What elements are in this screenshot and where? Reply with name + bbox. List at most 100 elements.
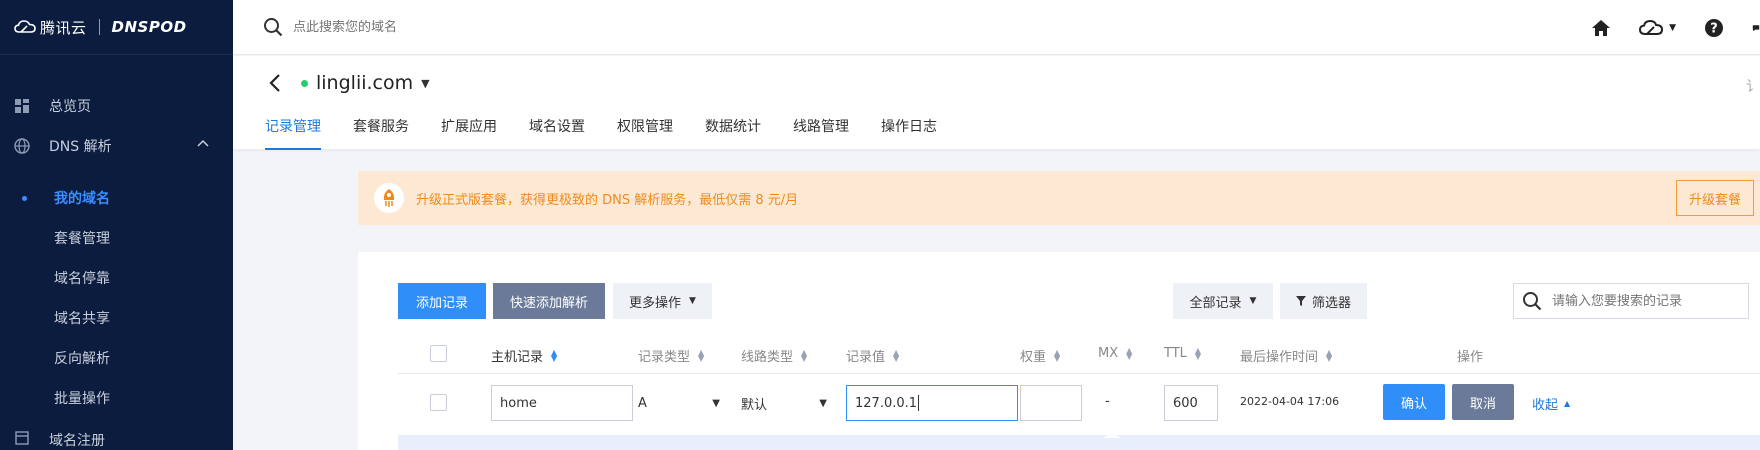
collapse-link[interactable]: 收起 ▲: [1532, 394, 1570, 413]
col-ttl[interactable]: TTL ▲ ▼: [1164, 346, 1201, 361]
host-input[interactable]: home: [491, 385, 633, 421]
brand-divider: [98, 19, 100, 35]
col-actions: 操作: [1457, 350, 1484, 365]
col-weight[interactable]: 权重 ▲ ▼: [1020, 346, 1060, 365]
caret-down-icon: ▼: [712, 397, 720, 409]
sort-icon[interactable]: ▲ ▼: [801, 348, 807, 362]
header-right-text: 讠: [1746, 79, 1760, 95]
record-search-input[interactable]: [1552, 293, 1742, 309]
sidebar-item-dns[interactable]: DNS 解析: [0, 126, 233, 166]
chevron-up-icon[interactable]: [197, 139, 209, 147]
search-icon[interactable]: [263, 17, 283, 37]
table-header: 主机记录 ▲ ▼ 记录类型 ▲ ▼ 线路类型 ▲ ▼ 记录值 ▲ ▼ 权重 ▲ ▼ MX ▲ ▼ TTL…: [398, 334, 1760, 374]
tab-bar: 记录管理 套餐服务 扩展应用 域名设置 权限管理 数据统计 线路管理 操作日志: [265, 116, 969, 150]
sort-icon[interactable]: ▲ ▼: [893, 348, 899, 362]
sort-icon[interactable]: ▲ ▼: [1054, 348, 1060, 362]
sidebar-item-overview[interactable]: 总览页: [0, 86, 233, 126]
cloud-icon[interactable]: ▼: [1639, 19, 1676, 36]
caret-down-icon[interactable]: ▼: [421, 77, 429, 90]
col-host-label: 主机记录: [491, 350, 544, 365]
status-dot: [301, 79, 308, 87]
top-bar: ▼ ?: [233, 0, 1760, 55]
weight-input[interactable]: [1020, 385, 1082, 421]
sidebar-item-my-domains[interactable]: 我的域名: [0, 178, 233, 218]
cancel-button[interactable]: 取消: [1452, 384, 1514, 420]
sidebar-item-batch[interactable]: 批量操作: [0, 378, 233, 418]
confirm-button[interactable]: 确认: [1383, 384, 1445, 420]
type-select[interactable]: A ▼: [638, 385, 720, 421]
tab-package[interactable]: 套餐服务: [353, 116, 409, 146]
sidebar-item-reverse[interactable]: 反向解析: [0, 338, 233, 378]
sidebar: 腾讯云 DNSPOD 总览页 DNS 解析 我的域名 套餐管理 域名停靠 域名共…: [0, 0, 233, 450]
quick-add-button[interactable]: 快速添加解析: [493, 283, 605, 319]
col-value[interactable]: 记录值 ▲ ▼: [846, 346, 899, 365]
filter-button[interactable]: 筛选器: [1280, 283, 1367, 319]
search-icon[interactable]: [1522, 291, 1542, 311]
caret-down-icon: ▼: [819, 397, 827, 409]
message-icon[interactable]: [1752, 19, 1760, 37]
domain-header: linglii.com ▼ 讠 记录管理 套餐服务 扩展应用 域名设置 权限管理…: [233, 56, 1760, 150]
sidebar-item-label: DNS 解析: [49, 139, 112, 155]
records-toolbar: 添加记录 快速添加解析 更多操作 ▼ 全部记录 ▼ 筛选器: [398, 283, 1760, 319]
sidebar-item-parking[interactable]: 域名停靠: [0, 258, 233, 298]
tab-lines[interactable]: 线路管理: [793, 116, 849, 146]
tab-statistics[interactable]: 数据统计: [705, 116, 761, 146]
filter-icon: [1295, 296, 1306, 306]
sidebar-item-sharing[interactable]: 域名共享: [0, 298, 233, 338]
col-host[interactable]: 主机记录 ▲ ▼: [491, 346, 557, 365]
brand-name: 腾讯云: [40, 18, 87, 37]
rocket-icon: [374, 183, 404, 213]
weight-tooltip-pointer: [1104, 430, 1120, 438]
tencent-cloud-logo-icon: [14, 20, 36, 33]
sidebar-bottom: 域名注册: [0, 430, 233, 450]
upgrade-button[interactable]: 升级套餐: [1675, 180, 1754, 216]
sort-icon[interactable]: ▲ ▼: [1195, 346, 1201, 360]
brand[interactable]: 腾讯云 DNSPOD: [0, 0, 233, 55]
domain-name[interactable]: linglii.com: [316, 72, 413, 94]
line-select[interactable]: 默认 ▼: [741, 385, 827, 421]
domain-search-input[interactable]: [293, 19, 693, 35]
last-op-time: 2022-04-04 17:06: [1240, 395, 1340, 408]
line-select-value: 默认: [741, 397, 768, 413]
more-actions-button[interactable]: 更多操作 ▼: [613, 283, 712, 319]
upgrade-banner: 升级正式版套餐，获得更极致的 DNS 解析服务，最低仅需 8 元/月 升级套餐: [358, 171, 1760, 225]
record-search-box: [1513, 283, 1749, 319]
add-record-button[interactable]: 添加记录: [398, 283, 486, 319]
help-icon[interactable]: ?: [1704, 18, 1724, 38]
value-input[interactable]: 127.0.0.1: [846, 385, 1018, 421]
sort-icon[interactable]: ▲ ▼: [1126, 346, 1132, 360]
all-records-label: 全部记录: [1189, 295, 1242, 311]
sidebar-item-label: 总览页: [49, 99, 91, 115]
col-mx[interactable]: MX ▲ ▼: [1098, 346, 1132, 361]
sidebar-item-registration[interactable]: 域名注册: [0, 430, 233, 450]
tab-logs[interactable]: 操作日志: [881, 116, 937, 146]
tab-permissions[interactable]: 权限管理: [617, 116, 673, 146]
col-ttl-label: TTL: [1164, 346, 1187, 361]
text-cursor: [918, 395, 920, 411]
records-card: 添加记录 快速添加解析 更多操作▼ 全部记录▼ 筛选器 主机记录▲▼ 记录类型▲…: [358, 252, 1760, 450]
col-value-label: 记录值: [846, 350, 886, 365]
home-icon[interactable]: [1591, 19, 1611, 37]
sort-icon[interactable]: ▲ ▼: [1326, 348, 1332, 362]
col-last-op[interactable]: 最后操作时间 ▲ ▼: [1240, 346, 1332, 365]
col-line[interactable]: 线路类型 ▲ ▼: [741, 346, 807, 365]
sort-icon[interactable]: ▲ ▼: [551, 348, 557, 362]
mx-value: -: [1105, 394, 1110, 409]
ttl-input[interactable]: 600: [1164, 385, 1218, 421]
type-select-value: A: [638, 395, 647, 411]
all-records-button[interactable]: 全部记录 ▼: [1173, 283, 1273, 319]
sidebar-item-packages[interactable]: 套餐管理: [0, 218, 233, 258]
sidebar-item-label: 域名注册: [49, 433, 105, 449]
caret-up-icon: ▲: [1564, 399, 1571, 408]
col-type[interactable]: 记录类型 ▲ ▼: [638, 346, 704, 365]
domain-selector: linglii.com ▼: [267, 72, 430, 94]
row-checkbox[interactable]: [430, 394, 447, 411]
col-type-label: 记录类型: [638, 350, 691, 365]
tab-domain-settings[interactable]: 域名设置: [529, 116, 585, 146]
back-arrow-icon[interactable]: [267, 73, 283, 93]
tab-extensions[interactable]: 扩展应用: [441, 116, 497, 146]
more-actions-label: 更多操作: [629, 295, 682, 311]
tab-records[interactable]: 记录管理: [265, 116, 321, 150]
sort-icon[interactable]: ▲ ▼: [698, 348, 704, 362]
select-all-checkbox[interactable]: [430, 345, 447, 362]
